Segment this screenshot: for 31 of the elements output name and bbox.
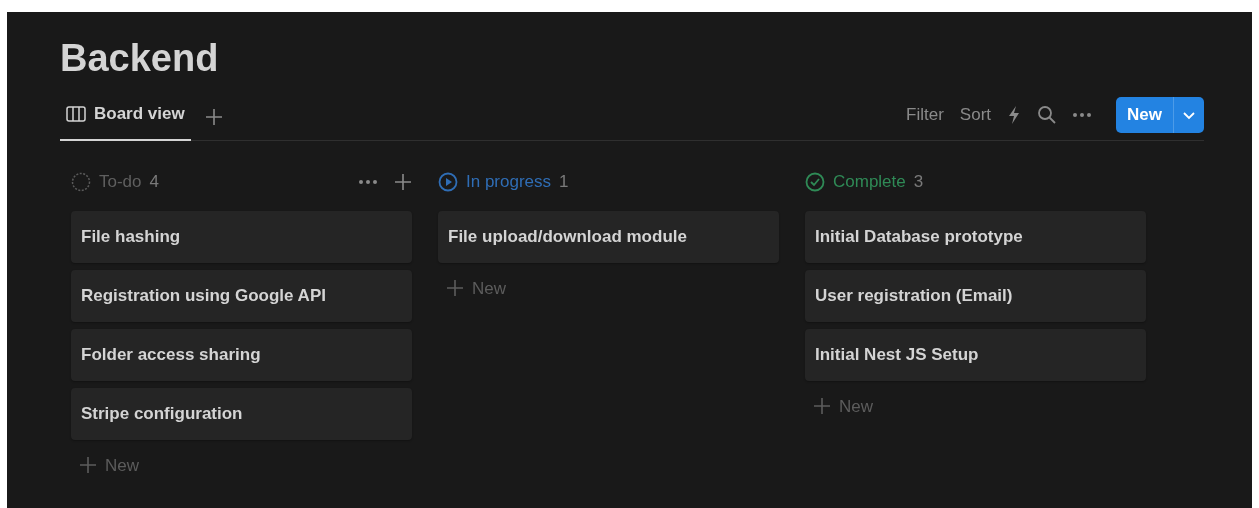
group-count: 1 [559,170,569,193]
more-icon[interactable] [358,178,378,185]
group-count: 4 [149,170,159,193]
page-title: Backend [60,36,220,81]
search-icon[interactable] [1037,105,1057,125]
plus-icon [813,397,831,416]
lightning-icon[interactable] [1007,104,1022,125]
task-card[interactable]: File hashing [71,210,412,263]
task-card[interactable]: User registration (Email) [805,269,1146,322]
add-view-icon[interactable] [204,107,223,126]
sort-button[interactable]: Sort [959,102,992,128]
group-name: Complete [833,170,906,193]
task-card[interactable]: Initial Database prototype [805,210,1146,263]
task-card[interactable]: File upload/download module [438,210,779,263]
task-card[interactable]: Stripe configuration [71,387,412,440]
filter-button[interactable]: Filter [906,102,944,128]
group-name: To-do [99,170,142,193]
dropdown-button[interactable] [1173,97,1204,133]
new-button[interactable]: New [1116,97,1173,133]
board-icon [66,105,86,122]
task-card[interactable]: Registration using Google API [71,269,412,322]
group-name: In progress [466,170,552,193]
view-tab[interactable]: Board view [60,101,191,141]
add-icon[interactable] [394,172,412,191]
plus-icon [79,456,97,475]
group-count: 3 [913,170,924,193]
chevron-icon [1182,110,1196,121]
more-icon[interactable] [1072,111,1093,118]
task-card[interactable]: Folder access sharing [71,328,412,381]
task-card[interactable]: Initial Nest JS Setup [805,328,1146,381]
plus-icon [446,279,464,298]
